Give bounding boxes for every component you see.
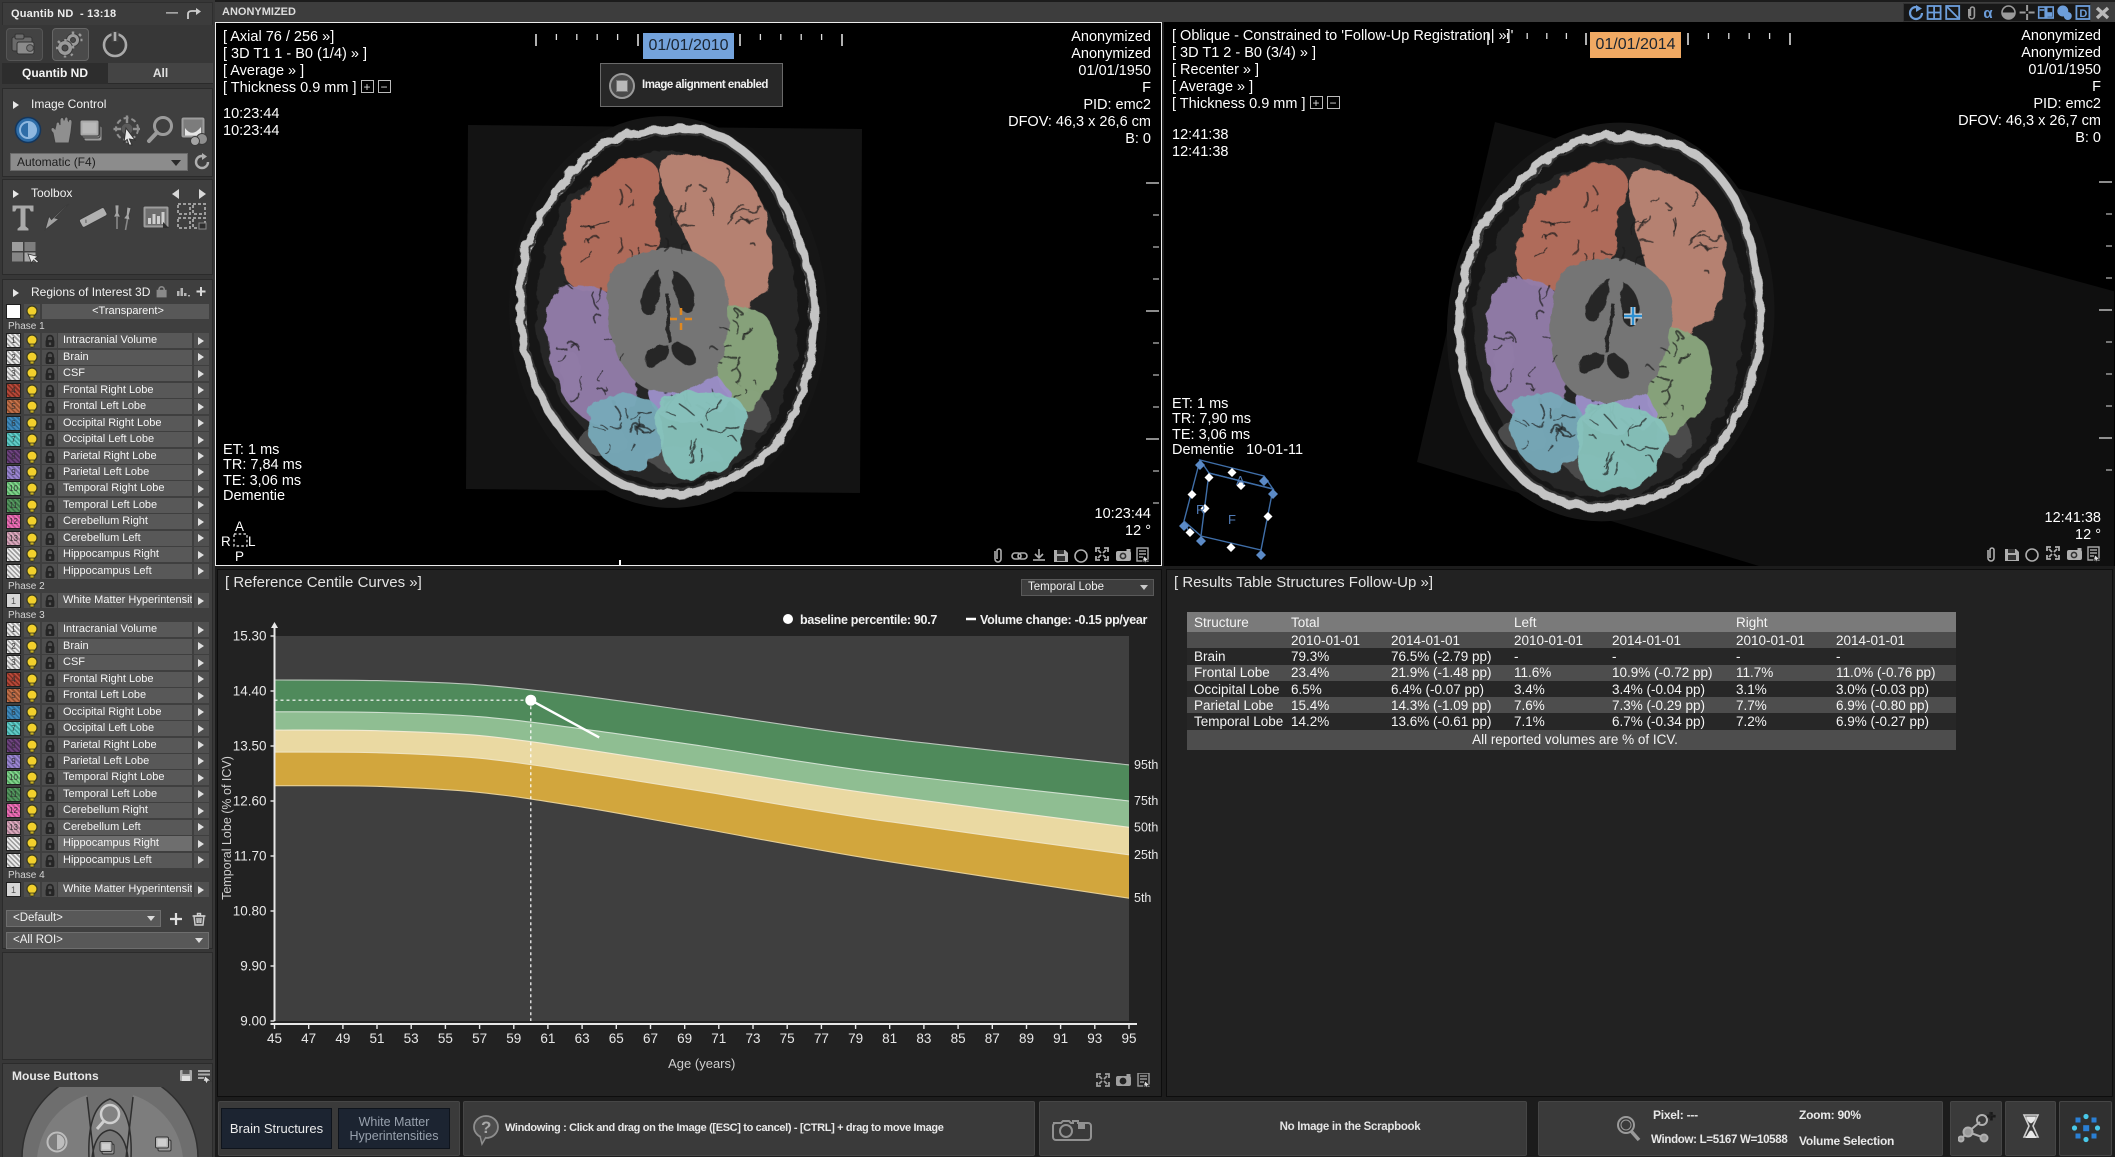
svg-text:45: 45	[267, 1031, 282, 1046]
svg-text:95th: 95th	[1134, 758, 1158, 772]
svg-text:10.80: 10.80	[233, 904, 267, 919]
svg-text:95: 95	[1121, 1031, 1136, 1046]
svg-text:15.30: 15.30	[233, 629, 267, 644]
svg-text:67: 67	[643, 1031, 658, 1046]
svg-text:Temporal Lobe (% of ICV): Temporal Lobe (% of ICV)	[220, 756, 234, 900]
svg-text:75: 75	[780, 1031, 795, 1046]
svg-text:77: 77	[814, 1031, 829, 1046]
svg-text:79: 79	[848, 1031, 863, 1046]
svg-text:91: 91	[1053, 1031, 1068, 1046]
svg-text:75th: 75th	[1134, 794, 1158, 808]
svg-text:73: 73	[745, 1031, 760, 1046]
svg-text:50th: 50th	[1134, 820, 1158, 834]
svg-text:Age (years): Age (years)	[668, 1056, 735, 1071]
svg-text:α: α	[1983, 5, 1993, 21]
svg-text:9.00: 9.00	[240, 1014, 266, 1029]
svg-text:A: A	[1236, 473, 1245, 488]
svg-text:63: 63	[575, 1031, 590, 1046]
svg-text:89: 89	[1019, 1031, 1034, 1046]
svg-text:12.60: 12.60	[233, 794, 267, 809]
svg-text:59: 59	[506, 1031, 521, 1046]
svg-text:71: 71	[711, 1031, 726, 1046]
svg-text:+: +	[1986, 1110, 1994, 1123]
svg-text:5th: 5th	[1134, 891, 1151, 905]
svg-text:81: 81	[882, 1031, 897, 1046]
svg-text:87: 87	[985, 1031, 1000, 1046]
svg-text:49: 49	[335, 1031, 350, 1046]
svg-text:?: ?	[481, 1118, 491, 1137]
svg-text:55: 55	[438, 1031, 453, 1046]
svg-text:47: 47	[301, 1031, 316, 1046]
svg-text:R: R	[1196, 502, 1205, 517]
svg-text:11.70: 11.70	[234, 849, 267, 864]
svg-text:61: 61	[540, 1031, 555, 1046]
svg-text:93: 93	[1087, 1031, 1102, 1046]
svg-text:9.90: 9.90	[240, 959, 266, 974]
svg-text:69: 69	[677, 1031, 692, 1046]
svg-text:51: 51	[369, 1031, 384, 1046]
svg-text:F: F	[1228, 512, 1236, 527]
svg-text:baseline percentile: 90.7: baseline percentile: 90.7	[800, 613, 937, 627]
svg-text:83: 83	[916, 1031, 931, 1046]
svg-text:D: D	[2079, 8, 2087, 20]
svg-text:Volume change: -0.15 pp/year: Volume change: -0.15 pp/year	[980, 613, 1148, 627]
svg-text:53: 53	[404, 1031, 419, 1046]
svg-text:85: 85	[951, 1031, 966, 1046]
svg-text:25th: 25th	[1134, 848, 1158, 862]
svg-text:57: 57	[472, 1031, 487, 1046]
svg-text:65: 65	[609, 1031, 624, 1046]
svg-text:13.50: 13.50	[233, 739, 267, 754]
svg-text:14.40: 14.40	[233, 684, 267, 699]
